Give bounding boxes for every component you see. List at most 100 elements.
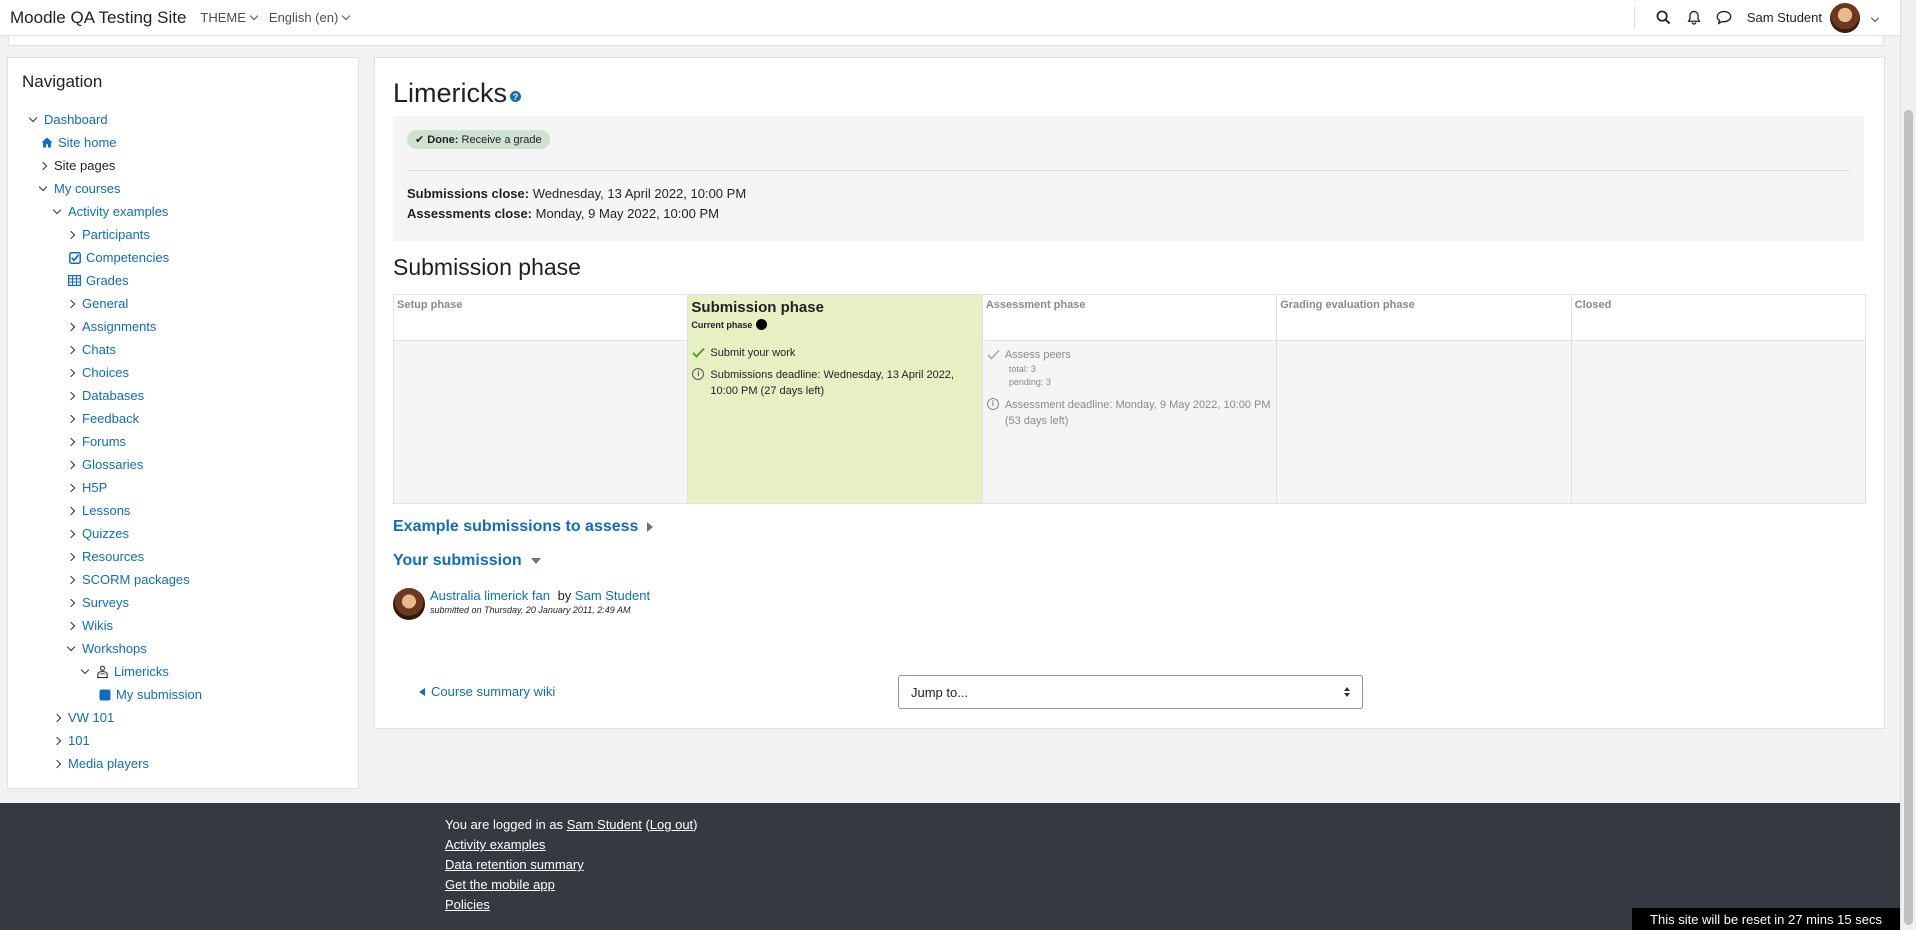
site-brand[interactable]: Moodle QA Testing Site — [10, 8, 186, 28]
nav-item-resources[interactable]: Resources — [8, 545, 358, 568]
nav-item-label[interactable]: Limericks — [114, 664, 169, 679]
chevron-right-icon[interactable] — [66, 322, 76, 331]
chevron-right-icon[interactable] — [66, 230, 76, 239]
your-submission-toggle[interactable]: Your submission — [393, 552, 541, 570]
logout-link[interactable]: Log out — [650, 817, 693, 832]
nav-item-label[interactable]: Surveys — [82, 595, 129, 610]
nav-item-label[interactable]: Grades — [86, 273, 129, 288]
nav-item-label[interactable]: Media players — [68, 756, 149, 771]
nav-item-label[interactable]: VW 101 — [68, 710, 114, 725]
nav-item-label[interactable]: Choices — [82, 365, 129, 380]
chevron-right-icon[interactable] — [66, 299, 76, 308]
nav-item-wikis[interactable]: Wikis — [8, 614, 358, 637]
nav-item-label[interactable]: 101 — [68, 733, 90, 748]
user-menu-chevron-icon[interactable] — [1870, 13, 1880, 22]
notifications-button[interactable] — [1679, 3, 1709, 33]
example-submissions-toggle[interactable]: Example submissions to assess — [393, 518, 654, 536]
submission-author-link[interactable]: Sam Student — [575, 588, 650, 603]
chevron-right-icon[interactable] — [66, 621, 76, 630]
nav-item-label[interactable]: Dashboard — [44, 112, 108, 127]
chevron-right-icon[interactable] — [66, 391, 76, 400]
nav-item-chats[interactable]: Chats — [8, 338, 358, 361]
nav-item-site-home[interactable]: Site home — [8, 131, 358, 154]
user-name[interactable]: Sam Student — [1747, 10, 1822, 25]
jump-to-select[interactable]: Jump to... — [898, 675, 1363, 709]
nav-item-glossaries[interactable]: Glossaries — [8, 453, 358, 476]
nav-item-surveys[interactable]: Surveys — [8, 591, 358, 614]
nav-item-label[interactable]: Competencies — [86, 250, 169, 265]
nav-item-vw-101[interactable]: VW 101 — [8, 706, 358, 729]
nav-item-lessons[interactable]: Lessons — [8, 499, 358, 522]
nav-item-forums[interactable]: Forums — [8, 430, 358, 453]
chevron-right-icon[interactable] — [66, 345, 76, 354]
nav-item-label[interactable]: Chats — [82, 342, 116, 357]
nav-item-label[interactable]: General — [82, 296, 128, 311]
chevron-right-icon[interactable] — [66, 529, 76, 538]
nav-item-databases[interactable]: Databases — [8, 384, 358, 407]
nav-item-label[interactable]: Lessons — [82, 503, 130, 518]
nav-item-label[interactable]: Participants — [82, 227, 150, 242]
nav-item-general[interactable]: General — [8, 292, 358, 315]
chevron-down-icon[interactable] — [80, 665, 90, 674]
chevron-right-icon[interactable] — [66, 460, 76, 469]
nav-item-assignments[interactable]: Assignments — [8, 315, 358, 338]
nav-item-workshops[interactable]: Workshops — [8, 637, 358, 660]
nav-item-my-submission[interactable]: My submission — [8, 683, 358, 706]
nav-item-choices[interactable]: Choices — [8, 361, 358, 384]
nav-item-quizzes[interactable]: Quizzes — [8, 522, 358, 545]
submission-author-avatar[interactable] — [393, 588, 425, 620]
submit-work-link[interactable]: Submit your work — [710, 347, 795, 359]
nav-item-h5p[interactable]: H5P — [8, 476, 358, 499]
nav-item-scorm-packages[interactable]: SCORM packages — [8, 568, 358, 591]
language-menu[interactable]: English (en) — [269, 10, 351, 25]
chevron-right-icon[interactable] — [66, 368, 76, 377]
nav-item-label[interactable]: Activity examples — [68, 204, 168, 219]
nav-item-label[interactable]: Feedback — [82, 411, 139, 426]
previous-activity-link[interactable]: Course summary wiki — [419, 684, 555, 699]
chevron-right-icon[interactable] — [66, 437, 76, 446]
page-scrollbar[interactable] — [1900, 0, 1916, 930]
chevron-right-icon[interactable] — [66, 506, 76, 515]
footer-link-policies[interactable]: Policies — [445, 897, 490, 912]
footer-user-link[interactable]: Sam Student — [567, 817, 642, 832]
nav-item-label[interactable]: My courses — [54, 181, 120, 196]
nav-item-label[interactable]: Glossaries — [82, 457, 143, 472]
chevron-down-icon[interactable] — [38, 182, 48, 191]
search-button[interactable] — [1649, 3, 1679, 33]
nav-item-label[interactable]: Wikis — [82, 618, 113, 633]
nav-item-label[interactable]: Quizzes — [82, 526, 129, 541]
user-avatar[interactable] — [1830, 2, 1860, 33]
nav-item-label[interactable]: My submission — [116, 687, 202, 702]
nav-item-label[interactable]: Forums — [82, 434, 126, 449]
nav-item-label[interactable]: Workshops — [82, 641, 147, 656]
nav-item-competencies[interactable]: Competencies — [8, 246, 358, 269]
footer-link-data-retention[interactable]: Data retention summary — [445, 857, 584, 872]
chevron-down-icon[interactable] — [52, 205, 62, 214]
footer-link-activity-examples[interactable]: Activity examples — [445, 837, 545, 852]
chevron-right-icon[interactable] — [66, 483, 76, 492]
chevron-right-icon[interactable] — [66, 552, 76, 561]
nav-item-label[interactable]: Databases — [82, 388, 144, 403]
chevron-right-icon[interactable] — [52, 736, 62, 745]
nav-item-label[interactable]: SCORM packages — [82, 572, 190, 587]
chevron-down-icon[interactable] — [66, 642, 76, 651]
nav-item-grades[interactable]: Grades — [8, 269, 358, 292]
chevron-right-icon[interactable] — [66, 598, 76, 607]
chevron-right-icon[interactable] — [38, 161, 48, 170]
chevron-right-icon[interactable] — [66, 414, 76, 423]
submission-title-link[interactable]: Australia limerick fan — [430, 588, 550, 603]
nav-item-label[interactable]: H5P — [82, 480, 107, 495]
nav-item-label[interactable]: Resources — [82, 549, 144, 564]
nav-item-activity-examples[interactable]: Activity examples — [8, 200, 358, 223]
nav-item-feedback[interactable]: Feedback — [8, 407, 358, 430]
nav-item-dashboard[interactable]: Dashboard — [8, 108, 358, 131]
nav-item-my-courses[interactable]: My courses — [8, 177, 358, 200]
nav-item-limericks[interactable]: Limericks — [8, 660, 358, 683]
help-icon[interactable]: ? — [510, 91, 522, 102]
chevron-right-icon[interactable] — [52, 713, 62, 722]
messages-button[interactable] — [1709, 3, 1739, 33]
chevron-right-icon[interactable] — [66, 575, 76, 584]
nav-item-101[interactable]: 101 — [8, 729, 358, 752]
chevron-right-icon[interactable] — [52, 759, 62, 768]
nav-item-label[interactable]: Site home — [58, 135, 117, 150]
